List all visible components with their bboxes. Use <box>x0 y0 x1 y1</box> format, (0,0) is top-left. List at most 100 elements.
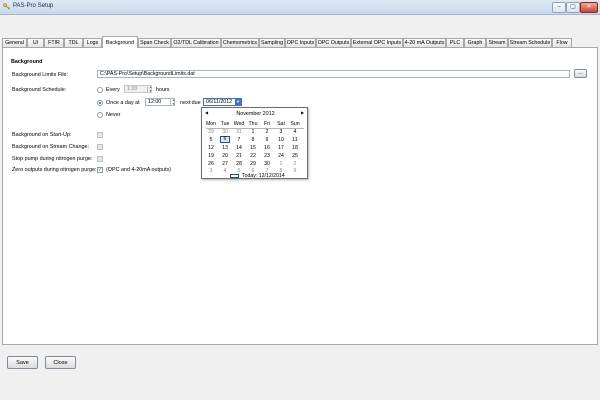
on-stream-change-checkbox[interactable] <box>97 144 103 150</box>
tab-background[interactable]: Background <box>102 36 138 48</box>
stop-pump-checkbox[interactable] <box>97 156 103 162</box>
close-button[interactable]: Close <box>45 356 76 369</box>
never-radio[interactable] <box>97 112 103 118</box>
tab-tdl[interactable]: TDL <box>64 38 83 47</box>
window-title: PAS-Pro Setup <box>13 3 54 9</box>
every-radio[interactable] <box>97 87 103 93</box>
zero-outputs-note: (OPC and 4-20mA outputs) <box>106 167 172 173</box>
limits-file-label: Background Limits File: <box>12 72 69 78</box>
tab-general[interactable]: General <box>2 38 27 47</box>
schedule-label: Background Schedule: <box>12 87 67 93</box>
calendar-day[interactable]: 7 <box>232 137 246 143</box>
calendar-day[interactable]: 30 <box>218 129 232 135</box>
tab-logs[interactable]: Logs <box>83 38 102 47</box>
calendar-day[interactable]: 8 <box>246 137 260 143</box>
section-title: Background <box>11 59 43 65</box>
tab-flow[interactable]: Flow <box>552 38 572 47</box>
limits-file-input[interactable]: C:\PAS-Pro\Setup\BackgroundLimits.dat <box>97 70 570 78</box>
save-button[interactable]: Save <box>7 356 38 369</box>
calendar-month-label[interactable]: November 2012 <box>202 111 309 117</box>
tab-external-opc-inputs[interactable]: External OPC Inputs <box>351 38 403 47</box>
minimize-button[interactable]: – <box>552 2 566 13</box>
on-startup-checkbox[interactable] <box>97 132 103 138</box>
tab-stream[interactable]: Stream <box>486 38 508 47</box>
calendar-day[interactable]: 1 <box>274 161 288 167</box>
time-spin-updown-icon[interactable]: ▲ ▼ <box>170 98 176 106</box>
calendar-day[interactable]: 17 <box>274 145 288 151</box>
tab-4-20ma-outputs[interactable]: 4-20 mA Outputs <box>403 38 446 47</box>
calendar-day[interactable]: 21 <box>232 153 246 159</box>
close-window-button[interactable]: ✕ <box>580 2 598 13</box>
weekday-thu: Thu <box>248 121 258 127</box>
every-label: Every <box>106 87 120 93</box>
calendar-day[interactable]: 15 <box>246 145 260 151</box>
weekday-mon: Mon <box>205 121 217 127</box>
calendar-day[interactable]: 25 <box>288 153 302 159</box>
calendar-day[interactable]: 28 <box>232 161 246 167</box>
calendar-day[interactable]: 9 <box>288 168 302 174</box>
calendar-day[interactable]: 5 <box>204 137 218 143</box>
calendar-day[interactable]: 3 <box>204 168 218 174</box>
weekday-fri: Fri <box>263 121 271 127</box>
tab-o2-tdl-calibration[interactable]: O2/TDL Calibration <box>171 38 221 47</box>
calendar-day[interactable]: 9 <box>260 137 274 143</box>
never-label: Never <box>106 112 121 118</box>
calendar-day[interactable]: 20 <box>218 153 232 159</box>
calendar-day[interactable]: 10 <box>274 137 288 143</box>
calendar-day[interactable]: 26 <box>204 161 218 167</box>
weekday-sat: Sat <box>277 121 285 127</box>
calendar-day[interactable]: 31 <box>232 129 246 135</box>
calendar-day[interactable]: 14 <box>232 145 246 151</box>
tab-stream-schedule[interactable]: Stream Schedule <box>508 38 552 47</box>
stop-pump-label: Stop pump during nitrogen purge: <box>12 156 93 162</box>
calendar-day[interactable]: 29 <box>204 129 218 135</box>
tab-opc-outputs[interactable]: OPC Outputs <box>316 38 351 47</box>
weekday-tue: Tue <box>220 121 230 127</box>
once-time-value: 12:00 <box>148 99 162 105</box>
footer-bar: Save Close <box>0 350 600 400</box>
tab-ftir[interactable]: FTIR <box>44 38 64 47</box>
today-label[interactable]: Today: 12/12/2014 <box>242 173 285 179</box>
calendar-day[interactable]: 2 <box>288 161 302 167</box>
tab-chemometrics[interactable]: Chemometrics <box>221 38 259 47</box>
once-a-day-label: Once a day at <box>106 100 140 106</box>
tab-span-check[interactable]: Span Check <box>138 38 171 47</box>
next-due-value: 06/11/2012 <box>206 99 233 105</box>
zero-outputs-checkbox[interactable]: ✓ <box>97 167 103 173</box>
tab-opc-inputs[interactable]: OPC Inputs <box>285 38 316 47</box>
calendar-day[interactable]: 4 <box>288 129 302 135</box>
calendar-day[interactable]: 24 <box>274 153 288 159</box>
next-due-label: next due <box>180 100 201 106</box>
calendar-day[interactable]: 1 <box>246 129 260 135</box>
every-spin-updown-icon[interactable]: ▲ ▼ <box>147 85 153 93</box>
once-a-day-radio[interactable] <box>97 100 103 106</box>
browse-button[interactable]: ... <box>574 69 587 78</box>
calendar-day[interactable]: 13 <box>218 145 232 151</box>
key-icon <box>3 3 10 10</box>
calendar-day[interactable]: 23 <box>260 153 274 159</box>
tab-ui[interactable]: UI <box>27 38 44 47</box>
calendar-day[interactable]: 16 <box>260 145 274 151</box>
on-stream-change-label: Background on Stream Change: <box>12 144 90 150</box>
zero-outputs-label: Zero outputs during nitrogen purge: <box>12 167 97 173</box>
maximize-button[interactable]: ▢ <box>566 2 580 13</box>
calendar-day[interactable]: 27 <box>218 161 232 167</box>
tab-graph[interactable]: Graph <box>464 38 486 47</box>
calendar-day[interactable]: 2 <box>260 129 274 135</box>
on-startup-label: Background on Start-Up: <box>12 132 72 138</box>
tab-plc[interactable]: PLC <box>446 38 464 47</box>
calendar-day[interactable]: 30 <box>260 161 274 167</box>
tab-sampling[interactable]: Sampling <box>259 38 285 47</box>
calendar-day[interactable]: 11 <box>288 137 302 143</box>
calendar-day[interactable]: 18 <box>288 145 302 151</box>
calendar-next-month-icon[interactable]: ▶ <box>301 110 304 115</box>
weekday-wed: Wed <box>233 121 245 127</box>
calendar-day[interactable]: 19 <box>204 153 218 159</box>
calendar-day[interactable]: 12 <box>204 145 218 151</box>
calendar-day-selected[interactable]: 6 <box>220 136 230 143</box>
background-tab-panel: Background Background Limits File: C:\PA… <box>2 47 598 345</box>
date-dropdown-chevron-icon[interactable]: ▼ <box>235 99 241 105</box>
calendar-day[interactable]: 22 <box>246 153 260 159</box>
calendar-day[interactable]: 29 <box>246 161 260 167</box>
calendar-day[interactable]: 3 <box>274 129 288 135</box>
